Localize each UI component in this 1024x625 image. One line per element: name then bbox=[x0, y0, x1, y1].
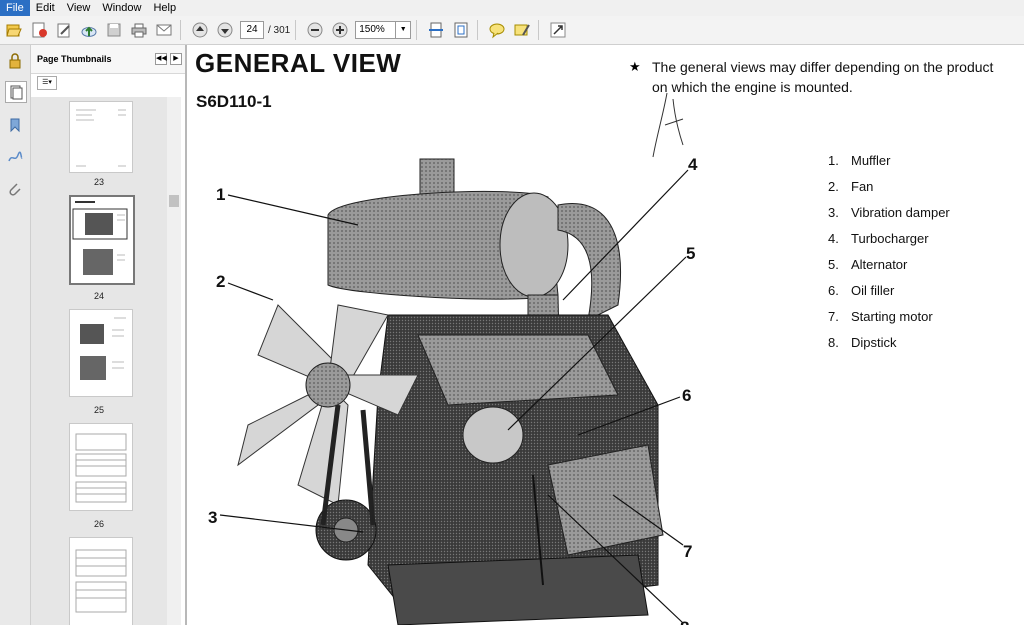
legend-item: 1. Muffler bbox=[828, 153, 950, 179]
legend-label: Dipstick bbox=[851, 335, 897, 350]
thumbnail-page-number: 26 bbox=[93, 519, 104, 529]
scrollbar-thumb[interactable] bbox=[169, 195, 179, 207]
toolbar: 24 / 301 150% ▼ bbox=[0, 16, 1024, 45]
fit-width-icon[interactable] bbox=[425, 19, 447, 41]
thumbnail-page-selected[interactable] bbox=[69, 195, 135, 285]
page-number-input[interactable]: 24 bbox=[240, 21, 264, 39]
panel-header: Page Thumbnails ◀◀ ▶ bbox=[31, 45, 185, 74]
callout-number: 7 bbox=[683, 542, 692, 561]
upload-cloud-icon[interactable] bbox=[78, 19, 100, 41]
legend-label: Alternator bbox=[851, 257, 908, 272]
options-menu-icon[interactable]: ☰▾ bbox=[37, 76, 57, 90]
expand-icon[interactable] bbox=[547, 19, 569, 41]
thumbnail-scrollbar[interactable] bbox=[167, 97, 181, 625]
thumbnail-page[interactable] bbox=[69, 423, 133, 511]
legend-number: 3. bbox=[828, 205, 839, 220]
zoom-level-input[interactable]: 150% bbox=[355, 21, 397, 39]
toolbar-separator bbox=[416, 20, 418, 40]
zoom-in-icon[interactable] bbox=[329, 19, 351, 41]
next-page-icon[interactable] bbox=[214, 19, 236, 41]
legend-item: 2. Fan bbox=[828, 179, 950, 205]
callout-number: 1 bbox=[216, 185, 225, 204]
panel-title: Page Thumbnails bbox=[37, 54, 112, 64]
legend-number: 4. bbox=[828, 231, 839, 246]
legend-number: 5. bbox=[828, 257, 839, 272]
email-icon[interactable] bbox=[153, 19, 175, 41]
edit-icon[interactable] bbox=[53, 19, 75, 41]
toolbar-separator bbox=[538, 20, 540, 40]
print-icon[interactable] bbox=[128, 19, 150, 41]
bookmark-icon[interactable] bbox=[5, 115, 25, 135]
save-icon[interactable] bbox=[103, 19, 125, 41]
menu-file[interactable]: File bbox=[0, 0, 30, 16]
attachment-icon[interactable] bbox=[5, 179, 25, 199]
callout-number: 5 bbox=[686, 244, 695, 263]
legend-item: 7. Starting motor bbox=[828, 309, 950, 335]
parts-legend: 1. Muffler 2. Fan 3. Vibration damper 4. Tur… bbox=[828, 153, 950, 361]
legend-label: Oil filler bbox=[851, 283, 895, 298]
thumbnail-page[interactable] bbox=[69, 101, 133, 173]
menu-window[interactable]: Window bbox=[96, 0, 147, 16]
legend-number: 2. bbox=[828, 179, 839, 194]
toolbar-separator bbox=[295, 20, 297, 40]
close-panel-icon[interactable]: ▶ bbox=[170, 53, 182, 65]
menu-bar: File Edit View Window Help bbox=[0, 0, 1024, 16]
navigation-pane bbox=[0, 45, 31, 625]
legend-item: 3. Vibration damper bbox=[828, 205, 950, 231]
toolbar-separator bbox=[180, 20, 181, 40]
open-file-icon[interactable] bbox=[3, 19, 25, 41]
legend-label: Starting motor bbox=[851, 309, 933, 324]
menu-view[interactable]: View bbox=[61, 0, 97, 16]
thumbnails-panel: Page Thumbnails ◀◀ ▶ ☰▾ 23 24 25 26 bbox=[31, 45, 187, 625]
thumbnail-list: 23 24 25 26 bbox=[31, 97, 167, 625]
thumbnail-page[interactable] bbox=[69, 537, 133, 625]
panel-options: ☰▾ bbox=[31, 74, 185, 92]
legend-label: Vibration damper bbox=[851, 205, 950, 220]
collapse-panel-icon[interactable]: ◀◀ bbox=[155, 53, 167, 65]
page-total: / 301 bbox=[268, 24, 291, 36]
legend-label: Fan bbox=[851, 179, 874, 194]
thumbnail-page-number: 25 bbox=[93, 405, 104, 415]
create-pdf-icon[interactable] bbox=[28, 19, 50, 41]
callout-number: 8 bbox=[680, 618, 689, 625]
callout-number: 3 bbox=[208, 508, 217, 527]
callout-number: 2 bbox=[216, 272, 225, 291]
legend-item: 8. Dipstick bbox=[828, 335, 950, 361]
zoom-out-icon[interactable] bbox=[304, 19, 326, 41]
previous-page-icon[interactable] bbox=[189, 19, 211, 41]
legend-number: 8. bbox=[828, 335, 839, 350]
callout-number: 6 bbox=[682, 386, 691, 405]
callout-number: 4 bbox=[688, 155, 698, 174]
highlight-icon[interactable] bbox=[511, 19, 533, 41]
legend-number: 1. bbox=[828, 153, 839, 168]
thumbnail-page-number: 23 bbox=[93, 177, 104, 187]
legend-label: Muffler bbox=[851, 153, 891, 168]
thumbnail-page[interactable] bbox=[69, 309, 133, 397]
document-page: GENERAL VIEW S6D110-1 ★ The general view… bbox=[188, 45, 1024, 625]
comment-icon[interactable] bbox=[486, 19, 508, 41]
lock-icon[interactable] bbox=[5, 51, 25, 71]
page-thumbnails-icon[interactable] bbox=[5, 81, 27, 103]
zoom-dropdown-icon[interactable]: ▼ bbox=[396, 21, 412, 39]
legend-label: Turbocharger bbox=[851, 231, 929, 246]
legend-item: 6. Oil filler bbox=[828, 283, 950, 309]
legend-number: 7. bbox=[828, 309, 839, 324]
fit-page-icon[interactable] bbox=[450, 19, 472, 41]
menu-edit[interactable]: Edit bbox=[30, 0, 61, 16]
signature-icon[interactable] bbox=[5, 147, 25, 167]
menu-help[interactable]: Help bbox=[147, 0, 182, 16]
legend-item: 5. Alternator bbox=[828, 257, 950, 283]
legend-number: 6. bbox=[828, 283, 839, 298]
legend-item: 4. Turbocharger bbox=[828, 231, 950, 257]
thumbnail-page-number: 24 bbox=[93, 291, 104, 301]
toolbar-separator bbox=[477, 20, 479, 40]
